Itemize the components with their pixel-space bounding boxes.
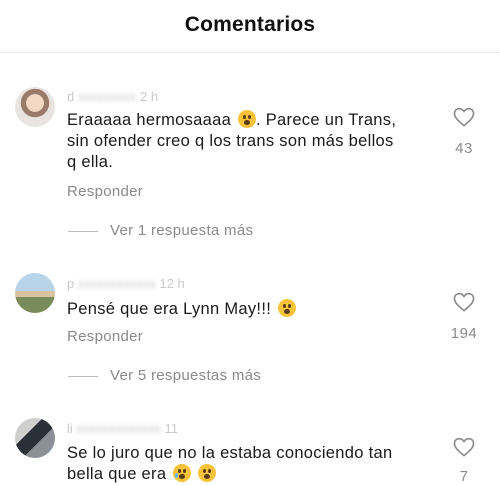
astonished-face-emoji-icon xyxy=(198,464,217,482)
username[interactable]: p xyxy=(67,276,74,291)
like-count: 194 xyxy=(450,325,478,342)
comment-text: Eraaaaa hermosaaaa . Parece un Trans, si… xyxy=(67,110,427,173)
comment-meta: li xxxxxxxxxxxxx 11 xyxy=(67,421,178,436)
comment-text: Se lo juro que no la estaba conociendo t… xyxy=(67,443,427,485)
heart-icon[interactable] xyxy=(453,107,475,127)
replies-divider-line xyxy=(68,376,98,377)
comment-text: Pensé que era Lynn May!!! xyxy=(67,299,427,320)
comment-meta: d xxxxxxxxx 2 h xyxy=(67,89,158,104)
comment-text-part: sin ofender creo q los trans son más bel… xyxy=(67,132,394,150)
astonished-face-emoji-icon xyxy=(237,110,256,128)
username-blurred: xxxxxxxxxxxxx xyxy=(76,421,161,436)
crying-face-emoji-icon xyxy=(173,464,192,482)
comment-text-part: . Parece un Trans, xyxy=(255,111,397,129)
avatar[interactable] xyxy=(15,418,55,458)
comments-header: Comentarios xyxy=(0,0,500,52)
username-blurred: xxxxxxxxxxxx xyxy=(77,276,156,291)
username-blurred: xxxxxxxxx xyxy=(77,89,137,104)
username[interactable]: d xyxy=(67,89,74,104)
page-title: Comentarios xyxy=(184,13,316,36)
avatar[interactable] xyxy=(15,273,55,313)
like-count: 7 xyxy=(459,468,469,485)
reply-button[interactable]: Responder xyxy=(67,183,143,200)
comment-text-part: Pensé que era Lynn May!!! xyxy=(67,300,272,318)
comment-text-part: q ella. xyxy=(67,153,114,171)
heart-icon[interactable] xyxy=(453,437,475,457)
comment-meta: p xxxxxxxxxxxx 12 h xyxy=(67,276,185,291)
replies-divider-line xyxy=(68,231,98,232)
view-more-replies-label[interactable]: Ver 5 respuestas más xyxy=(110,367,261,384)
header-divider xyxy=(0,52,500,53)
comment-text-part: Eraaaaa hermosaaaa xyxy=(67,111,232,129)
timestamp: 2 h xyxy=(139,89,159,104)
heart-icon[interactable] xyxy=(453,292,475,312)
comment-text-part: bella que era xyxy=(67,465,167,483)
username[interactable]: li xyxy=(67,421,73,436)
timestamp: 11 xyxy=(164,421,179,436)
timestamp: 12 h xyxy=(159,276,185,291)
avatar[interactable] xyxy=(15,87,55,127)
comment-text-part: Se lo juro que no la estaba conociendo t… xyxy=(67,444,393,462)
view-more-replies-label[interactable]: Ver 1 respuesta más xyxy=(110,222,253,239)
reply-button[interactable]: Responder xyxy=(67,328,143,345)
like-count: 43 xyxy=(455,140,473,157)
astonished-face-emoji-icon xyxy=(277,299,296,317)
